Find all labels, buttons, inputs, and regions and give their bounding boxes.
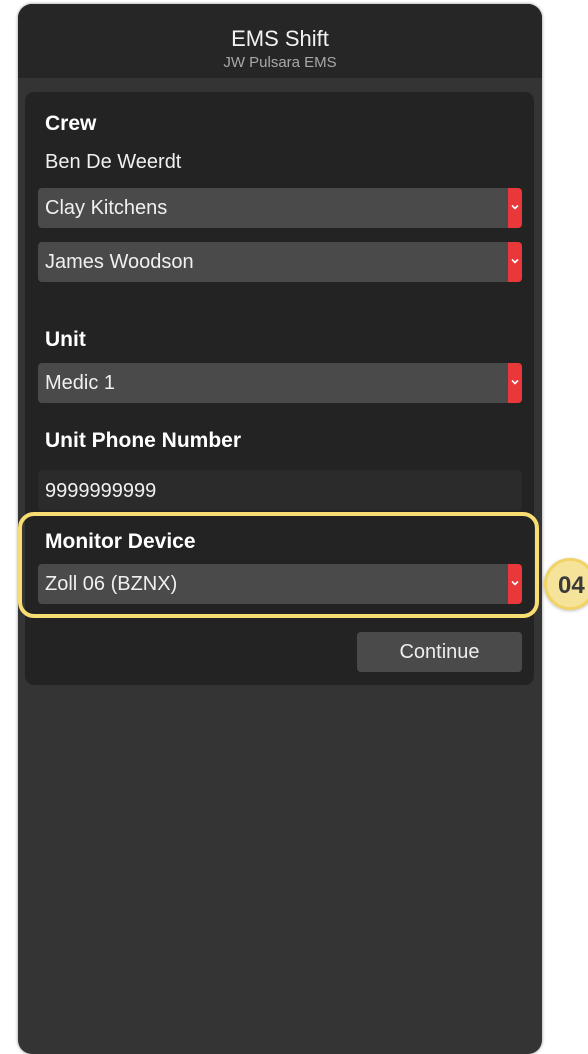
chevron-down-icon[interactable]: [508, 188, 522, 228]
unit-phone-value: 9999999999: [45, 480, 157, 502]
crew-member-1-select[interactable]: Clay Kitchens: [38, 188, 522, 228]
step-badge-label: 04: [558, 572, 585, 599]
unit-phone-heading: Unit Phone Number: [45, 429, 242, 452]
unit-value: Medic 1: [45, 372, 116, 394]
unit-phone-field[interactable]: 9999999999: [38, 470, 522, 510]
chevron-down-icon[interactable]: [508, 242, 522, 282]
continue-button[interactable]: Continue: [357, 632, 522, 672]
monitor-device-highlight: [18, 512, 539, 618]
crew-member-2-select[interactable]: James Woodson: [38, 242, 522, 282]
crew-member-2-value: James Woodson: [45, 251, 194, 273]
page-title: EMS Shift: [231, 26, 329, 51]
crew-member-1-value: Clay Kitchens: [45, 197, 168, 219]
step-badge: 04: [544, 558, 588, 610]
page-subtitle: JW Pulsara EMS: [223, 54, 337, 71]
title-bar: EMS Shift JW Pulsara EMS: [18, 4, 542, 78]
crew-lead-name: Ben De Weerdt: [45, 151, 182, 173]
chevron-down-icon[interactable]: [508, 363, 522, 403]
unit-select[interactable]: Medic 1: [38, 363, 522, 403]
unit-heading: Unit: [45, 328, 86, 351]
crew-heading: Crew: [45, 112, 97, 135]
